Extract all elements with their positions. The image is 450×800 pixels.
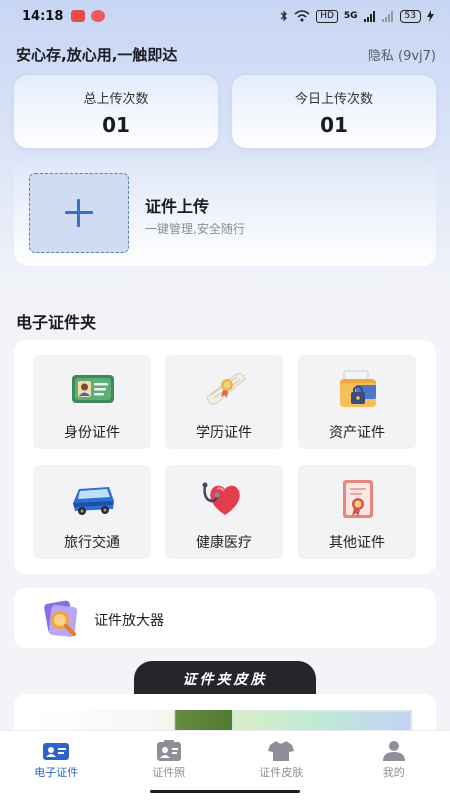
certificate-icon [343, 480, 373, 518]
bluetooth-icon [280, 10, 288, 22]
network-label: 5G [343, 11, 358, 21]
magnifier-icon [44, 600, 78, 637]
upload-card[interactable]: 证件上传 一键管理,安全随行 [14, 160, 436, 266]
skin-banner-label: 证件夹皮肤 [182, 672, 268, 688]
status-bar: 14:18 HD 5G 53 [0, 0, 450, 32]
upload-subtitle: 一键管理,安全随行 [145, 222, 245, 236]
wallet-item-label: 身份证件 [64, 425, 120, 441]
wifi-icon [294, 10, 310, 22]
charging-icon [427, 10, 434, 22]
tab-label: 证件照 [152, 766, 186, 779]
status-time: 14:18 [22, 8, 64, 24]
wallet-item-education[interactable]: 学历证件 [165, 355, 283, 449]
upload-button[interactable] [29, 173, 129, 253]
asset-folder-icon [340, 370, 376, 407]
bus-icon [73, 487, 114, 515]
wallet-section-title: 电子证件夹 [16, 313, 97, 332]
wallet-item-assets[interactable]: 资产证件 [298, 355, 416, 449]
wallet-item-label: 其他证件 [329, 535, 385, 551]
wallet-item-label: 资产证件 [329, 425, 385, 441]
upload-title: 证件上传 [145, 197, 210, 216]
total-uploads-label: 总上传次数 [83, 92, 149, 107]
id-card-icon [72, 375, 114, 403]
tab-id-photo[interactable]: 证件照 [113, 731, 226, 784]
shirt-tab-icon [268, 741, 295, 761]
battery-level: 53 [404, 10, 416, 21]
total-uploads-value: 01 [102, 113, 130, 137]
wallet-item-label: 旅行交通 [64, 535, 120, 551]
tab-label: 电子证件 [34, 766, 79, 779]
today-uploads-card: 今日上传次数 01 [232, 75, 436, 148]
bottom-tab-bar: 电子证件 证件照 证件皮肤 我的 [0, 730, 450, 784]
id-card-tab-icon [43, 743, 70, 760]
tab-id-wallet[interactable]: 电子证件 [0, 731, 113, 784]
wallet-item-label: 学历证件 [196, 425, 252, 441]
plus-icon [65, 199, 93, 227]
wallet-item-health[interactable]: 健康医疗 [165, 465, 283, 559]
wallet-item-other[interactable]: 其他证件 [298, 465, 416, 559]
tab-skins[interactable]: 证件皮肤 [225, 731, 338, 784]
battery-icon: 53 [399, 9, 421, 23]
privacy-link[interactable]: 隐私 (9vj7) [368, 45, 436, 64]
wallet-item-label: 健康医疗 [196, 535, 252, 551]
signal-icon-2 [381, 10, 393, 22]
magnifier-label: 证件放大器 [94, 613, 164, 629]
wallet-item-travel[interactable]: 旅行交通 [33, 465, 151, 559]
diploma-icon [206, 373, 246, 405]
header-row: 安心存,放心用,一触即达 隐私 (9vj7) [16, 44, 436, 65]
slogan-text: 安心存,放心用,一触即达 [16, 46, 178, 64]
tab-label: 我的 [382, 766, 405, 779]
wallet-grid: 身份证件 学历证件 资产证件 旅行交通 健康医疗 其他证件 [14, 340, 436, 574]
hd-icon: HD [316, 9, 338, 23]
home-indicator [0, 784, 450, 800]
signal-icon [363, 10, 375, 22]
skin-preview-card[interactable] [14, 694, 436, 734]
wallet-item-id[interactable]: 身份证件 [33, 355, 151, 449]
status-indicators: HD 5G 53 [280, 9, 434, 23]
app-notification-icon [71, 10, 86, 22]
tab-label: 证件皮肤 [259, 766, 304, 779]
skin-banner-tab[interactable]: 证件夹皮肤 [134, 661, 316, 695]
app-notification-icon-2 [91, 10, 106, 22]
today-uploads-value: 01 [320, 113, 348, 137]
photo-id-tab-icon [156, 740, 181, 761]
person-tab-icon [382, 741, 405, 761]
magnifier-card[interactable]: 证件放大器 [14, 588, 436, 648]
total-uploads-card: 总上传次数 01 [14, 75, 218, 148]
today-uploads-label: 今日上传次数 [294, 92, 373, 107]
tab-profile[interactable]: 我的 [338, 731, 450, 784]
heart-stethoscope-icon [202, 482, 240, 515]
